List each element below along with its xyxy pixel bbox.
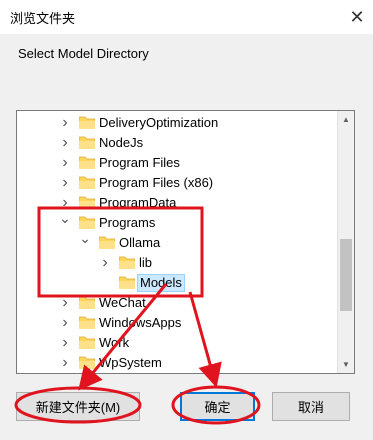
window-title: 浏览文件夹 [10, 11, 76, 26]
cancel-button[interactable]: 取消 [272, 392, 350, 421]
chevron-right-icon[interactable]: › [59, 293, 71, 313]
tree-row[interactable]: ⌄ Ollama [17, 230, 337, 253]
chevron-right-icon[interactable]: › [99, 253, 111, 273]
tree-row-label: Program Files (x86) [99, 175, 214, 190]
scrollbar-thumb[interactable] [340, 239, 352, 311]
folder-icon [79, 316, 95, 329]
chevron-right-icon[interactable]: › [59, 193, 71, 213]
tree-row-label: Program Files [99, 155, 180, 170]
folder-icon [79, 356, 95, 369]
tree-row[interactable]: › lib [17, 253, 337, 273]
tree-row-label: Ollama [119, 235, 161, 250]
folder-icon [79, 216, 95, 229]
folder-icon [79, 176, 95, 189]
folder-icon [79, 116, 95, 129]
folder-icon [79, 296, 95, 309]
tree-row[interactable]: › WeChat [17, 293, 337, 313]
tree-row-label: ProgramData [99, 195, 177, 210]
scroll-up-arrow-icon[interactable]: ▲ [338, 111, 354, 128]
chevron-right-icon[interactable]: › [59, 313, 71, 333]
chevron-right-icon[interactable]: › [59, 353, 71, 373]
chevron-right-icon[interactable]: › [59, 173, 71, 193]
tree-row-label: lib [139, 255, 153, 270]
tree-row-label: WindowsApps [99, 315, 182, 330]
folder-icon [79, 156, 95, 169]
folder-icon [119, 276, 135, 289]
ok-button[interactable]: 确定 [180, 392, 255, 421]
tree-row[interactable]: › WindowsApps [17, 313, 337, 333]
tree-row-label: Programs [99, 215, 156, 230]
tree-row[interactable]: › Program Files (x86) [17, 173, 337, 193]
browse-folder-dialog: 浏览文件夹 ✕ Select Model Directory › WpSystem… [0, 0, 373, 440]
tree-row[interactable]: › NodeJs [17, 133, 337, 153]
new-folder-button[interactable]: 新建文件夹(M) [16, 392, 140, 421]
title-bar: 浏览文件夹 ✕ [0, 0, 373, 34]
chevron-right-icon[interactable]: › [59, 113, 71, 133]
tree-row-label: Work [99, 335, 130, 350]
folder-tree[interactable]: › WpSystem › Work › WindowsApps › WeChat Models ›… [16, 110, 355, 374]
tree-row[interactable]: › DeliveryOptimization [17, 113, 337, 133]
tree-row[interactable]: › WpSystem [17, 353, 337, 373]
close-icon[interactable]: ✕ [341, 0, 373, 34]
tree-row[interactable]: › Program Files [17, 153, 337, 173]
dialog-prompt: Select Model Directory [18, 46, 149, 61]
folder-icon [79, 136, 95, 149]
tree-row-label: NodeJs [99, 135, 144, 150]
folder-icon [79, 196, 95, 209]
chevron-right-icon[interactable]: › [59, 333, 71, 353]
tree-row-label: WpSystem [99, 355, 162, 370]
tree-row[interactable]: Models [17, 273, 337, 293]
scroll-down-arrow-icon[interactable]: ▼ [338, 356, 354, 373]
folder-icon [99, 236, 115, 249]
chevron-right-icon[interactable]: › [59, 133, 71, 153]
tree-row[interactable]: › ProgramData [17, 193, 337, 213]
tree-row-label: DeliveryOptimization [99, 115, 219, 130]
folder-icon [119, 256, 135, 269]
tree-row[interactable]: › Work [17, 333, 337, 353]
tree-row-label: WeChat [99, 295, 146, 310]
tree-row[interactable]: ⌄ Programs [17, 210, 337, 233]
vertical-scrollbar[interactable]: ▲ ▼ [337, 111, 354, 373]
tree-row-label: Models [137, 274, 185, 292]
folder-icon [79, 336, 95, 349]
chevron-right-icon[interactable]: › [59, 153, 71, 173]
